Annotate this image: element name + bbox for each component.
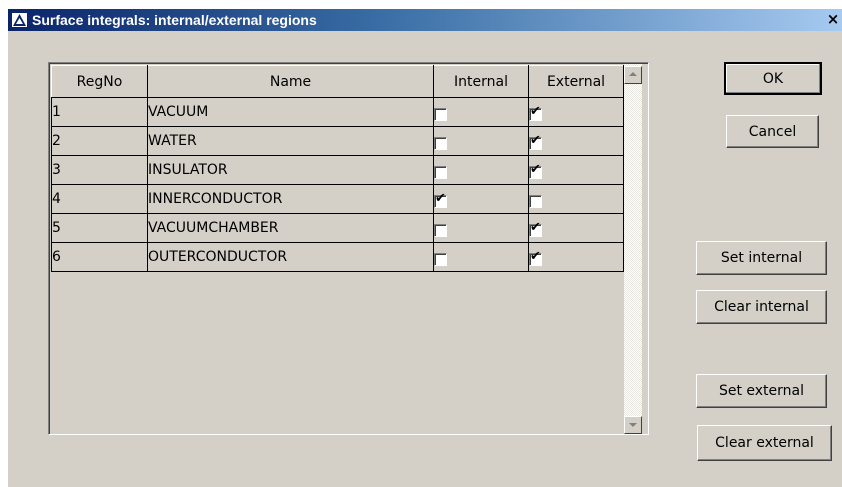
external-checkbox[interactable]: ✔ bbox=[529, 132, 542, 150]
dialog-window: Surface integrals: internal/external reg… bbox=[8, 9, 842, 487]
regions-table: RegNo Name Internal External 1 VACUUM ✔ 2 WA… bbox=[51, 65, 624, 272]
regno-cell[interactable]: 6 bbox=[51, 242, 148, 272]
internal-checkbox[interactable] bbox=[434, 252, 447, 266]
table-row[interactable]: 4 INNERCONDUCTOR ✔ bbox=[51, 184, 624, 214]
name-cell[interactable]: INSULATOR bbox=[147, 155, 434, 185]
external-cell bbox=[528, 184, 624, 214]
internal-checkbox[interactable] bbox=[434, 223, 447, 237]
arrow-down-icon bbox=[629, 423, 637, 427]
internal-cell bbox=[433, 126, 529, 156]
regno-cell[interactable]: 3 bbox=[51, 155, 148, 185]
regno-cell[interactable]: 1 bbox=[51, 97, 148, 127]
table-header-row: RegNo Name Internal External bbox=[51, 65, 624, 98]
checkmark-icon: ✔ bbox=[530, 103, 541, 119]
internal-cell bbox=[433, 97, 529, 127]
regno-cell[interactable]: 4 bbox=[51, 184, 148, 214]
clear-internal-button[interactable]: Clear internal bbox=[696, 290, 827, 324]
checkmark-icon: ✔ bbox=[530, 248, 541, 264]
column-header-name[interactable]: Name bbox=[147, 65, 434, 98]
internal-cell bbox=[433, 242, 529, 272]
checkmark-icon: ✔ bbox=[530, 219, 541, 235]
external-cell: ✔ bbox=[528, 97, 624, 127]
table-row[interactable]: 6 OUTERCONDUCTOR ✔ bbox=[51, 242, 624, 272]
vertical-scrollbar[interactable] bbox=[624, 64, 642, 434]
external-cell: ✔ bbox=[528, 213, 624, 243]
column-header-external[interactable]: External bbox=[528, 65, 624, 98]
external-cell: ✔ bbox=[528, 126, 624, 156]
name-cell[interactable]: VACUUMCHAMBER bbox=[147, 213, 434, 243]
external-cell: ✔ bbox=[528, 155, 624, 185]
ok-button[interactable]: OK bbox=[724, 62, 822, 95]
internal-cell: ✔ bbox=[433, 184, 529, 214]
set-internal-button[interactable]: Set internal bbox=[696, 241, 827, 275]
checkmark-icon: ✔ bbox=[530, 132, 541, 148]
clear-external-button[interactable]: Clear external bbox=[697, 425, 832, 461]
app-logo-icon bbox=[11, 12, 28, 28]
table-row[interactable]: 1 VACUUM ✔ bbox=[51, 97, 624, 127]
internal-cell bbox=[433, 155, 529, 185]
window-title: Surface integrals: internal/external reg… bbox=[32, 12, 317, 28]
external-cell: ✔ bbox=[528, 242, 624, 272]
external-checkbox[interactable]: ✔ bbox=[529, 219, 542, 237]
external-checkbox[interactable] bbox=[529, 194, 542, 208]
table-row[interactable]: 5 VACUUMCHAMBER ✔ bbox=[51, 213, 624, 243]
regions-grid: RegNo Name Internal External 1 VACUUM ✔ 2 WA… bbox=[48, 62, 649, 435]
checkmark-icon: ✔ bbox=[435, 190, 446, 206]
internal-checkbox[interactable] bbox=[434, 136, 447, 150]
external-checkbox[interactable]: ✔ bbox=[529, 103, 542, 121]
internal-checkbox[interactable] bbox=[434, 107, 447, 121]
regno-cell[interactable]: 2 bbox=[51, 126, 148, 156]
set-external-button[interactable]: Set external bbox=[696, 374, 827, 408]
title-bar[interactable]: Surface integrals: internal/external reg… bbox=[8, 9, 842, 31]
table-row[interactable]: 3 INSULATOR ✔ bbox=[51, 155, 624, 185]
arrow-up-icon bbox=[629, 72, 637, 76]
checkmark-icon: ✔ bbox=[530, 161, 541, 177]
internal-checkbox[interactable] bbox=[434, 165, 447, 179]
cancel-button[interactable]: Cancel bbox=[726, 115, 819, 148]
column-header-regno[interactable]: RegNo bbox=[51, 65, 148, 98]
external-checkbox[interactable]: ✔ bbox=[529, 248, 542, 266]
column-header-internal[interactable]: Internal bbox=[433, 65, 529, 98]
name-cell[interactable]: INNERCONDUCTOR bbox=[147, 184, 434, 214]
scroll-down-button[interactable] bbox=[624, 416, 642, 434]
table-row[interactable]: 2 WATER ✔ bbox=[51, 126, 624, 156]
name-cell[interactable]: VACUUM bbox=[147, 97, 434, 127]
internal-checkbox[interactable]: ✔ bbox=[434, 190, 447, 208]
external-checkbox[interactable]: ✔ bbox=[529, 161, 542, 179]
internal-cell bbox=[433, 213, 529, 243]
name-cell[interactable]: OUTERCONDUCTOR bbox=[147, 242, 434, 272]
regno-cell[interactable]: 5 bbox=[51, 213, 148, 243]
scroll-up-button[interactable] bbox=[624, 66, 642, 84]
name-cell[interactable]: WATER bbox=[147, 126, 434, 156]
close-icon[interactable]: × bbox=[826, 12, 840, 27]
